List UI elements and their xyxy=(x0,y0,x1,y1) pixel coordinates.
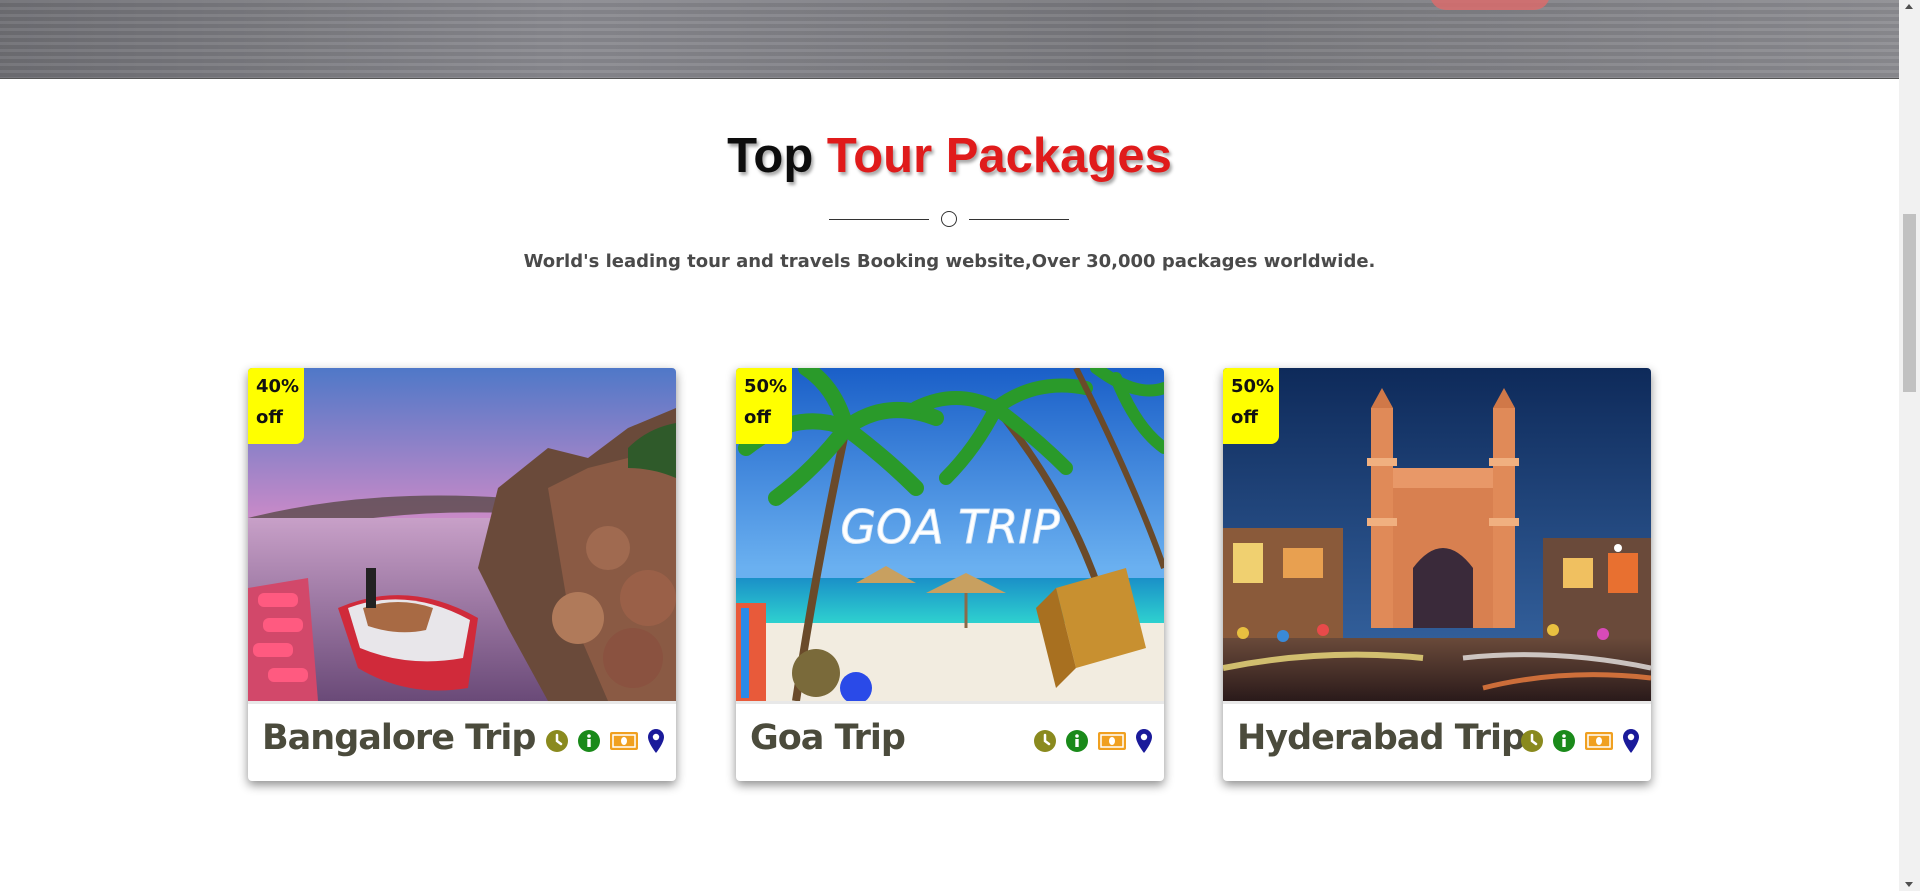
hero-banner-bottom xyxy=(0,0,1899,79)
package-name[interactable]: Goa Trip xyxy=(750,718,906,758)
money-icon[interactable] xyxy=(1098,732,1126,754)
divider-line-left xyxy=(829,219,929,220)
package-icons xyxy=(546,729,664,757)
location-icon[interactable] xyxy=(1623,729,1639,757)
location-icon[interactable] xyxy=(1136,729,1152,757)
scroll-up-arrow-icon[interactable] xyxy=(1905,4,1913,9)
discount-off-label: off xyxy=(256,407,283,428)
discount-off-label: off xyxy=(744,407,771,428)
title-part-2: Tour Packages xyxy=(826,129,1172,183)
clock-icon[interactable] xyxy=(1521,730,1543,756)
title-part-1: Top xyxy=(727,129,814,183)
package-card-bangalore[interactable]: 40% off Bangalore Trip xyxy=(248,368,676,781)
package-icons xyxy=(1034,729,1152,757)
discount-off-label: off xyxy=(1231,407,1258,428)
divider-line-right xyxy=(969,219,1069,220)
hero-decor xyxy=(1430,0,1550,10)
package-card-hyderabad[interactable]: 50% off Hyderabad Trip xyxy=(1223,368,1651,781)
page-scrollbar[interactable] xyxy=(1899,0,1920,891)
discount-percent: 50% xyxy=(744,376,788,397)
discount-badge: 40% off xyxy=(248,368,304,444)
package-image-goa[interactable]: GOA TRIP 50% off xyxy=(736,368,1164,701)
section-subtitle: World's leading tour and travels Booking… xyxy=(523,251,1376,272)
clock-icon[interactable] xyxy=(1034,730,1056,756)
money-icon[interactable] xyxy=(1585,732,1613,754)
scroll-down-arrow-icon[interactable] xyxy=(1905,882,1913,887)
goa-image-text: GOA TRIP xyxy=(840,500,1060,554)
section-title: Top Tour Packages xyxy=(0,128,1899,184)
info-icon[interactable] xyxy=(578,730,600,756)
package-card-goa[interactable]: GOA TRIP 50% off Goa Trip xyxy=(736,368,1164,781)
package-image-bangalore[interactable]: 40% off xyxy=(248,368,676,701)
package-card-footer: Hyderabad Trip xyxy=(1223,701,1651,781)
package-name[interactable]: Hyderabad Trip xyxy=(1237,718,1526,758)
discount-percent: 40% xyxy=(256,376,300,397)
info-icon[interactable] xyxy=(1066,730,1088,756)
divider-circle-icon xyxy=(941,211,957,227)
package-name[interactable]: Bangalore Trip xyxy=(262,718,536,758)
package-image-hyderabad[interactable]: 50% off xyxy=(1223,368,1651,701)
money-icon[interactable] xyxy=(610,732,638,754)
package-icons xyxy=(1521,729,1639,757)
package-card-footer: Bangalore Trip xyxy=(248,701,676,781)
title-divider xyxy=(829,211,1069,227)
scrollbar-thumb[interactable] xyxy=(1903,214,1916,392)
discount-badge: 50% off xyxy=(736,368,792,444)
location-icon[interactable] xyxy=(648,729,664,757)
package-card-footer: Goa Trip xyxy=(736,701,1164,781)
clock-icon[interactable] xyxy=(546,730,568,756)
discount-percent: 50% xyxy=(1231,376,1275,397)
info-icon[interactable] xyxy=(1553,730,1575,756)
discount-badge: 50% off xyxy=(1223,368,1279,444)
